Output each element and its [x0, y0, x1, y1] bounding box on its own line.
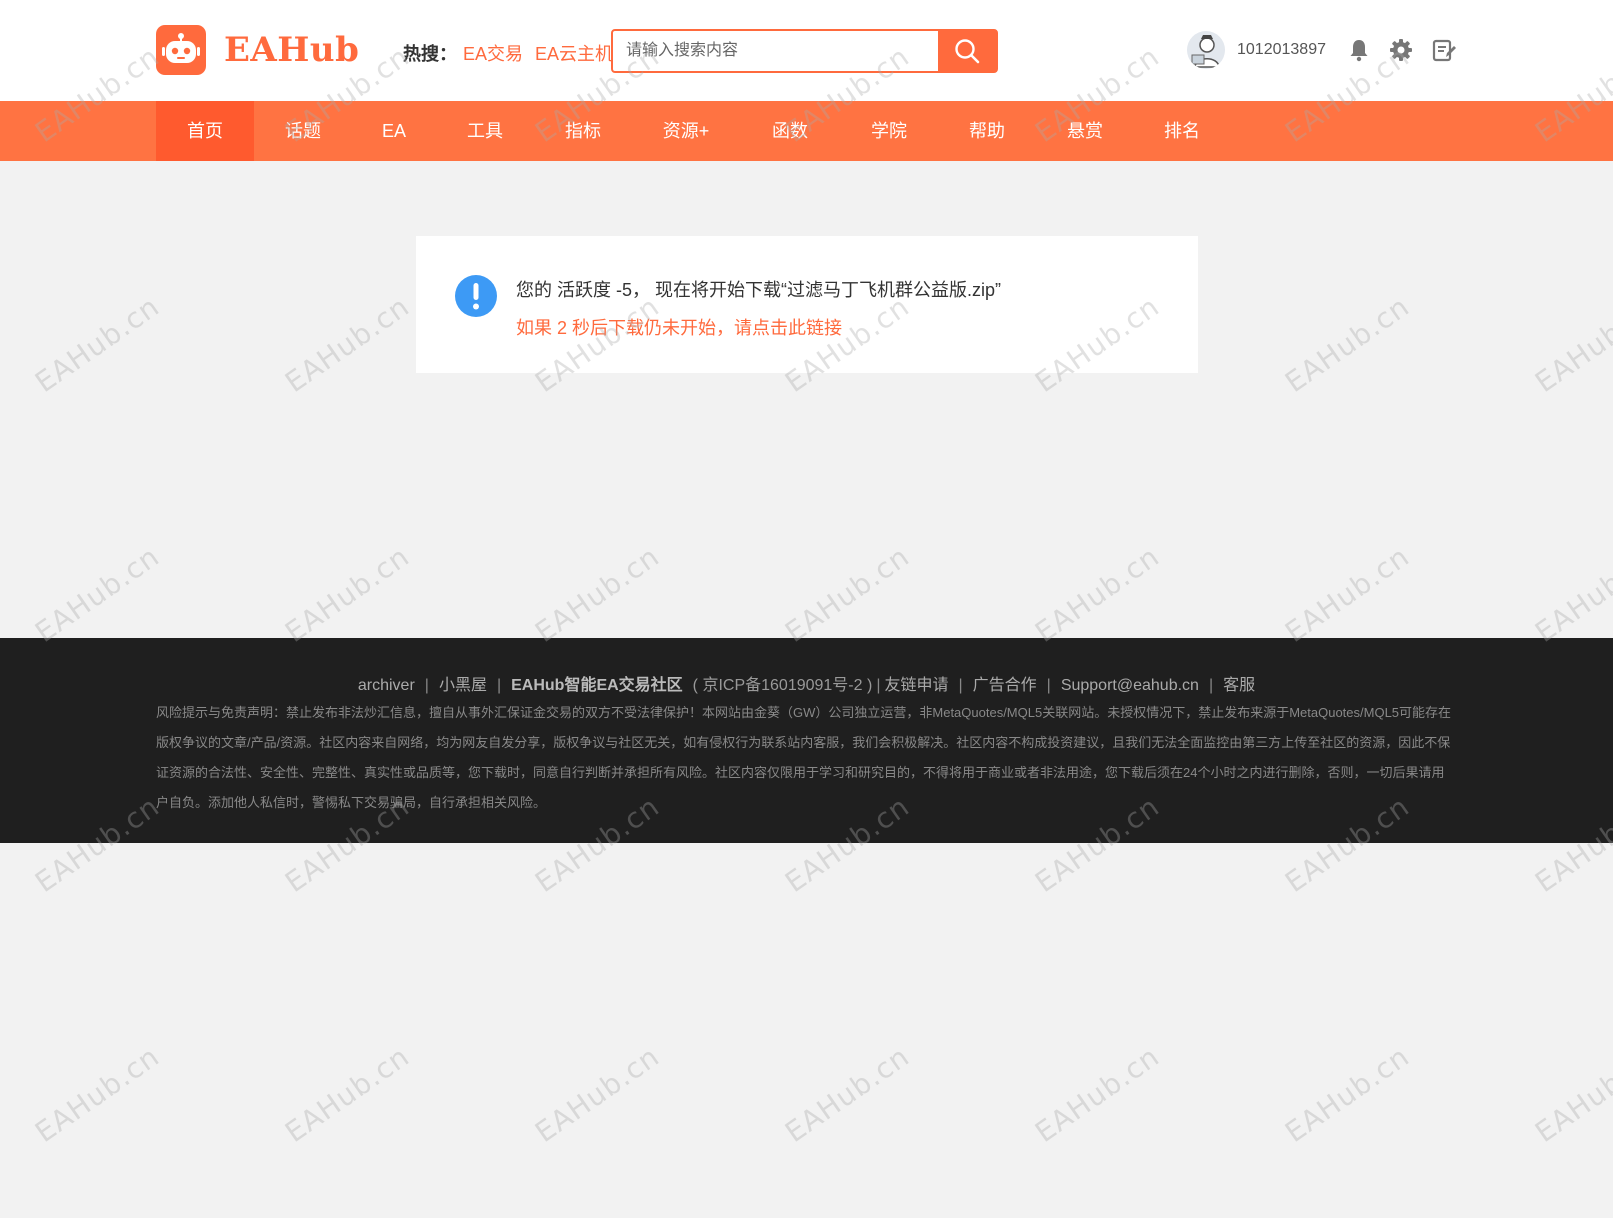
footer-separator: |	[1046, 677, 1051, 694]
nav-ea[interactable]: EA	[352, 101, 436, 161]
nav-home[interactable]: 首页	[156, 101, 254, 161]
hot-search: 热搜： EA交易 EA云主机	[403, 40, 625, 66]
footer-separator: |	[424, 677, 429, 694]
watermark-text: EAHub.cn	[529, 539, 666, 649]
nav-academy[interactable]: 学院	[840, 101, 938, 161]
watermark-text: EAHub.cn	[779, 1039, 916, 1149]
nav-functions[interactable]: 函数	[740, 101, 840, 161]
watermark-text: EAHub.cn	[1029, 539, 1166, 649]
watermark-text: EAHub.cn	[29, 289, 166, 399]
footer-link-archiver[interactable]: archiver	[358, 677, 415, 694]
bell-icon[interactable]	[1347, 38, 1371, 62]
watermark-text: EAHub.cn	[1529, 289, 1613, 399]
footer-icp[interactable]: ( 京ICP备16019091号-2 )	[693, 677, 873, 694]
avatar[interactable]	[1187, 31, 1225, 69]
nav-indicators[interactable]: 指标	[534, 101, 632, 161]
hot-search-label: 热搜：	[403, 44, 457, 64]
footer-link-customer-service[interactable]: 客服	[1223, 677, 1255, 694]
download-message: 您的 活跃度 -5， 现在将开始下载“过滤马丁飞机群公益版.zip”	[516, 280, 1002, 300]
footer: archiver | 小黑屋 | EAHub智能EA交易社区 ( 京ICP备1601909…	[0, 638, 1613, 843]
nav-ranking[interactable]: 排名	[1134, 101, 1230, 161]
robot-logo-icon	[156, 25, 206, 75]
search-button[interactable]	[938, 31, 996, 71]
site-logo[interactable]: EAHub	[156, 25, 359, 75]
search-box	[611, 29, 998, 73]
footer-link-friend-links[interactable]: 友链申请	[884, 677, 948, 694]
watermark-text: EAHub.cn	[279, 289, 416, 399]
footer-separator: |	[876, 677, 881, 694]
username: 1012013897	[1237, 41, 1326, 58]
watermark-text: EAHub.cn	[1029, 1039, 1166, 1149]
edit-icon[interactable]	[1432, 38, 1456, 62]
footer-links: archiver | 小黑屋 | EAHub智能EA交易社区 ( 京ICP备1601909…	[0, 671, 1613, 695]
logo-text: EAHub	[224, 30, 360, 70]
watermark-text: EAHub.cn	[29, 539, 166, 649]
footer-link-support-email[interactable]: Support@eahub.cn	[1061, 677, 1199, 694]
footer-link-ad-cooperation[interactable]: 广告合作	[973, 677, 1037, 694]
watermark-text: EAHub.cn	[1279, 539, 1416, 649]
download-notice: 您的 活跃度 -5， 现在将开始下载“过滤马丁飞机群公益版.zip” 如果 2 …	[416, 236, 1198, 373]
hot-link-ea-trading[interactable]: EA交易	[463, 40, 523, 66]
gear-icon[interactable]	[1389, 38, 1413, 62]
watermark-text: EAHub.cn	[279, 539, 416, 649]
nav-tools[interactable]: 工具	[436, 101, 534, 161]
nav-help[interactable]: 帮助	[938, 101, 1036, 161]
download-link[interactable]: 如果 2 秒后下载仍未开始，请点击此链接	[516, 314, 842, 340]
watermark-text: EAHub.cn	[529, 1039, 666, 1149]
risk-disclaimer: 风险提示与免责声明：禁止发布非法炒汇信息，擅自从事外汇保证金交易的双方不受法律保…	[156, 705, 1452, 810]
footer-brand[interactable]: EAHub智能EA交易社区	[511, 677, 683, 694]
footer-separator: |	[1208, 677, 1214, 694]
search-input[interactable]	[613, 31, 938, 71]
watermark-text: EAHub.cn	[279, 1039, 416, 1149]
search-icon	[955, 39, 980, 64]
watermark-text: EAHub.cn	[779, 539, 916, 649]
header: EAHub 热搜： EA交易 EA云主机 1012013897	[0, 0, 1613, 101]
footer-separator: |	[958, 677, 963, 694]
watermark-text: EAHub.cn	[1529, 1039, 1613, 1149]
nav-topics[interactable]: 话题	[254, 101, 352, 161]
user-info[interactable]: 1012013897	[1187, 30, 1326, 70]
footer-separator: |	[496, 677, 502, 694]
hot-link-ea-cloud-host[interactable]: EA云主机	[535, 40, 613, 66]
info-icon	[455, 275, 497, 317]
watermark-text: EAHub.cn	[1529, 539, 1613, 649]
nav-resources[interactable]: 资源+	[632, 101, 740, 161]
nav-bounty[interactable]: 悬赏	[1036, 101, 1134, 161]
watermark-text: EAHub.cn	[1279, 289, 1416, 399]
watermark-text: EAHub.cn	[29, 1039, 166, 1149]
watermark-text: EAHub.cn	[1279, 1039, 1416, 1149]
main-nav: 首页 话题 EA 工具 指标 资源+ 函数 学院 帮助 悬赏 排名	[0, 101, 1613, 161]
footer-link-blacklist[interactable]: 小黑屋	[439, 677, 487, 694]
